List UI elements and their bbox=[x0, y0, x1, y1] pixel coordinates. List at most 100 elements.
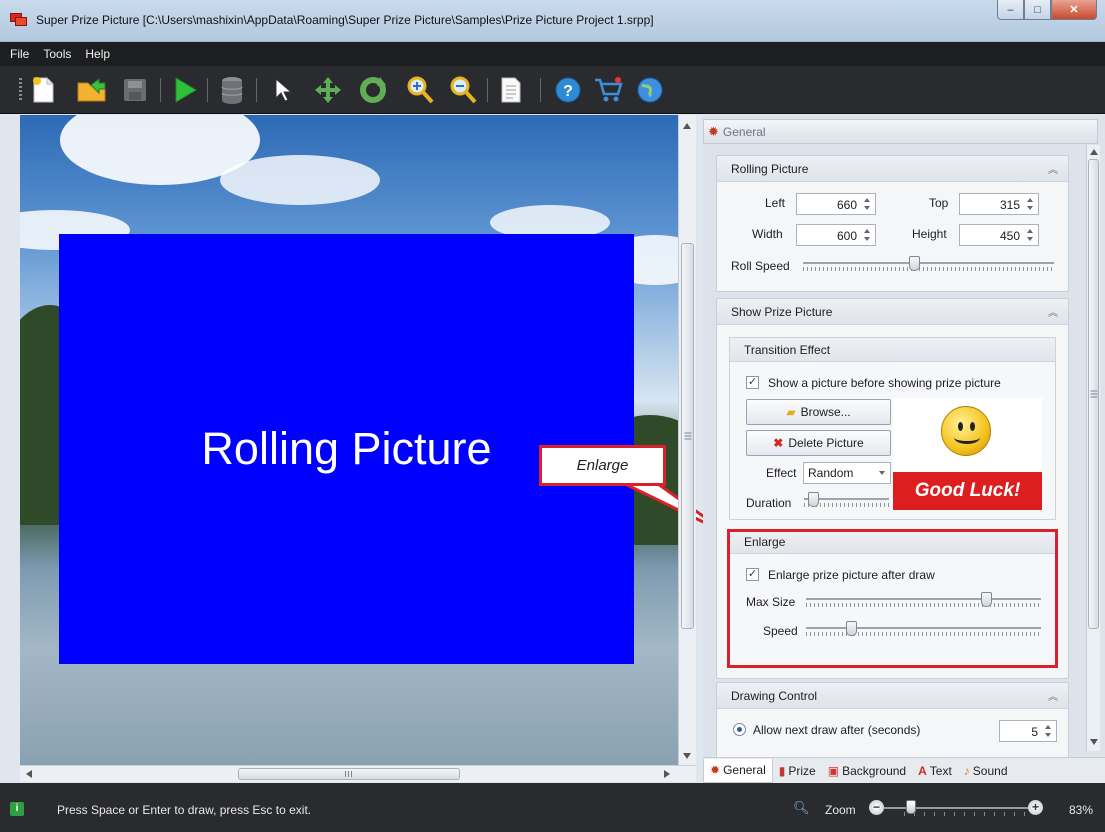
open-project-button[interactable] bbox=[77, 75, 107, 105]
enlarge-checkbox[interactable]: ✓ bbox=[746, 568, 759, 581]
toolbar-separator bbox=[160, 78, 161, 102]
save-project-button[interactable] bbox=[120, 75, 150, 105]
effect-select[interactable]: Random bbox=[803, 462, 891, 484]
magnifier-icon: 🔍︎ bbox=[793, 800, 810, 815]
zoom-slider[interactable] bbox=[884, 800, 1034, 818]
slider-thumb[interactable] bbox=[909, 256, 920, 271]
document-button[interactable] bbox=[496, 75, 526, 105]
drawing-control-title[interactable]: Drawing Control ︽ bbox=[717, 683, 1068, 709]
roll-speed-slider[interactable] bbox=[803, 256, 1054, 276]
text-icon: A bbox=[918, 763, 927, 778]
cursor-arrow-icon bbox=[275, 77, 293, 102]
scroll-up-arrow-icon[interactable] bbox=[1090, 149, 1098, 155]
slider-thumb[interactable] bbox=[808, 492, 819, 507]
seconds-spinbox[interactable]: 5 bbox=[999, 720, 1057, 742]
menu-tools[interactable]: Tools bbox=[43, 47, 71, 61]
panel-vertical-scrollbar[interactable] bbox=[1086, 145, 1100, 751]
tab-prize[interactable]: ▮ Prize bbox=[773, 759, 822, 783]
width-spinbox[interactable]: 600 bbox=[796, 224, 876, 246]
spin-arrows-icon[interactable] bbox=[1025, 196, 1035, 212]
start-draw-button[interactable] bbox=[170, 75, 200, 105]
rolling-picture-title-text: Rolling Picture bbox=[731, 162, 809, 176]
spin-arrows-icon[interactable] bbox=[1025, 227, 1035, 243]
info-icon: i bbox=[10, 802, 24, 816]
height-spinbox[interactable]: 450 bbox=[959, 224, 1039, 246]
maximize-button[interactable]: □ bbox=[1024, 0, 1051, 20]
seconds-value: 5 bbox=[1031, 725, 1038, 739]
menu-bar: File Tools Help bbox=[0, 42, 1105, 66]
zoom-out-button[interactable] bbox=[448, 75, 478, 105]
show-picture-checkbox-label[interactable]: Show a picture before showing prize pict… bbox=[768, 376, 1001, 390]
spin-arrows-icon[interactable] bbox=[862, 196, 872, 212]
speed-slider[interactable] bbox=[806, 621, 1041, 641]
help-button[interactable]: ? bbox=[553, 75, 583, 105]
close-button[interactable]: ✕ bbox=[1051, 0, 1097, 20]
zoom-in-button[interactable] bbox=[405, 75, 435, 105]
allow-next-draw-label[interactable]: Allow next draw after (seconds) bbox=[753, 723, 920, 737]
scroll-right-arrow-icon[interactable] bbox=[664, 770, 670, 778]
show-picture-checkbox[interactable]: ✓ bbox=[746, 376, 759, 389]
minimize-button[interactable]: ‒ bbox=[997, 0, 1024, 20]
menu-file[interactable]: File bbox=[10, 47, 29, 61]
smiley-face-icon bbox=[941, 406, 991, 456]
show-prize-picture-title[interactable]: Show Prize Picture ︽ bbox=[717, 299, 1068, 325]
database-button[interactable] bbox=[217, 75, 247, 105]
move-tool-button[interactable] bbox=[313, 75, 343, 105]
scroll-up-arrow-icon[interactable] bbox=[683, 123, 691, 129]
canvas-horizontal-scrollbar[interactable] bbox=[20, 765, 696, 782]
zoom-in-button[interactable]: + bbox=[1028, 800, 1043, 815]
web-button[interactable] bbox=[635, 75, 665, 105]
height-label: Height bbox=[912, 227, 947, 241]
collapse-chevron-icon[interactable]: ︽ bbox=[1048, 304, 1058, 319]
window-controls: ‒ □ ✕ bbox=[997, 0, 1097, 20]
menu-help[interactable]: Help bbox=[85, 47, 110, 61]
horizontal-scroll-thumb[interactable] bbox=[238, 768, 460, 780]
rolling-picture-group: Rolling Picture ︽ Left 660 Top 315 Width… bbox=[716, 155, 1069, 292]
dropdown-caret-icon bbox=[879, 471, 885, 475]
background-icon: ▣ bbox=[827, 763, 840, 778]
max-size-slider[interactable] bbox=[806, 592, 1041, 612]
tab-general[interactable]: ✹ General bbox=[703, 758, 773, 783]
slider-thumb[interactable] bbox=[846, 621, 857, 636]
zoom-slider-thumb[interactable] bbox=[906, 800, 916, 814]
delete-picture-button[interactable]: ✖ Delete Picture bbox=[746, 430, 891, 456]
canvas-vertical-scrollbar[interactable] bbox=[678, 115, 696, 765]
tab-background[interactable]: ▣ Background bbox=[822, 759, 912, 783]
zoom-out-button[interactable]: − bbox=[869, 800, 884, 815]
select-tool-button[interactable] bbox=[268, 75, 298, 105]
tab-text[interactable]: A Text bbox=[912, 759, 958, 783]
rotate-tool-button[interactable] bbox=[358, 75, 388, 105]
grip-icon bbox=[684, 432, 691, 440]
scroll-left-arrow-icon[interactable] bbox=[26, 770, 32, 778]
buy-button[interactable] bbox=[593, 75, 623, 105]
zoom-percent: 83% bbox=[1069, 803, 1094, 817]
panel-scroll-thumb[interactable] bbox=[1088, 159, 1099, 629]
design-canvas[interactable]: Rolling Picture bbox=[20, 115, 678, 765]
scroll-down-arrow-icon[interactable] bbox=[683, 753, 691, 759]
rolling-picture-title[interactable]: Rolling Picture ︽ bbox=[717, 156, 1068, 182]
top-label: Top bbox=[929, 196, 949, 210]
collapse-chevron-icon[interactable]: ︽ bbox=[1048, 688, 1058, 703]
shopping-cart-icon bbox=[595, 77, 623, 102]
width-value: 600 bbox=[836, 229, 857, 243]
spin-arrows-icon[interactable] bbox=[1043, 723, 1053, 739]
new-project-button[interactable] bbox=[28, 75, 58, 105]
browse-button[interactable]: ▰ Browse... bbox=[746, 399, 891, 425]
transition-effect-title: Transition Effect bbox=[730, 338, 1055, 362]
left-spinbox[interactable]: 660 bbox=[796, 193, 876, 215]
zoom-in-icon bbox=[407, 76, 434, 104]
effect-label: Effect bbox=[766, 466, 797, 480]
delete-x-icon: ✖ bbox=[773, 436, 784, 450]
duration-slider[interactable] bbox=[804, 492, 889, 512]
tab-sound[interactable]: ♪ Sound bbox=[958, 759, 1014, 783]
allow-next-draw-radio[interactable] bbox=[733, 723, 746, 736]
collapse-chevron-icon[interactable]: ︽ bbox=[1048, 161, 1058, 176]
toolbar-grip[interactable] bbox=[19, 78, 22, 100]
slider-thumb[interactable] bbox=[981, 592, 992, 607]
top-spinbox[interactable]: 315 bbox=[959, 193, 1039, 215]
spin-arrows-icon[interactable] bbox=[862, 227, 872, 243]
enlarge-checkbox-label[interactable]: Enlarge prize picture after draw bbox=[768, 568, 935, 582]
scroll-down-arrow-icon[interactable] bbox=[1090, 739, 1098, 745]
vertical-scroll-thumb[interactable] bbox=[681, 243, 694, 629]
gear-icon: ✹ bbox=[708, 123, 719, 139]
